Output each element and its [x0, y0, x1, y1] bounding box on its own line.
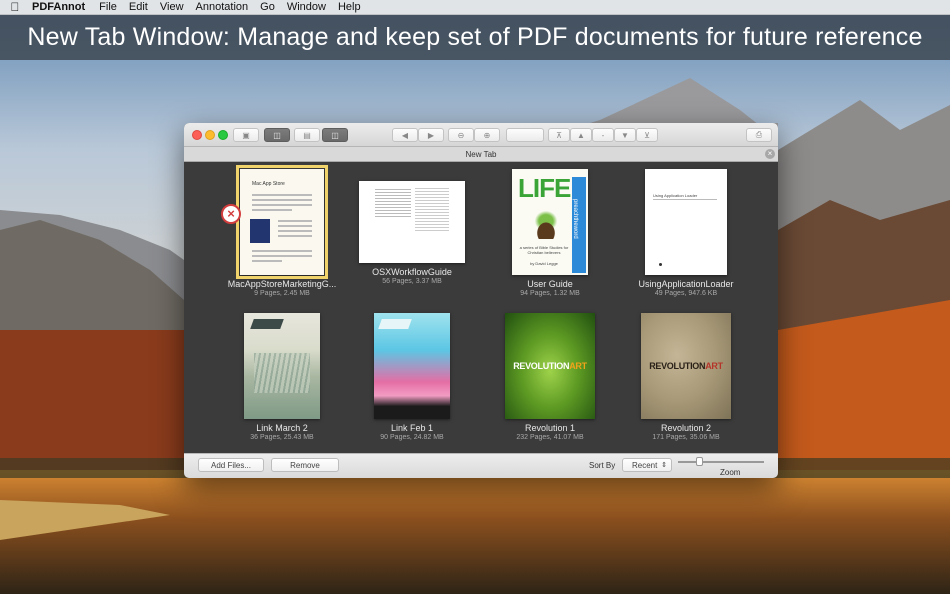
document-item[interactable]: OSXWorkflowGuide 56 Pages, 3.37 MB	[352, 181, 472, 285]
promo-banner: New Tab Window: Manage and keep set of P…	[0, 15, 950, 60]
menu-help[interactable]: Help	[332, 1, 367, 13]
sort-by-label: Sort By	[589, 461, 616, 470]
tab-bar: New Tab ×	[184, 147, 778, 162]
next-page-icon[interactable]: ▼	[614, 128, 636, 142]
document-thumbnail[interactable]: LIFE preachtheword a series of Bible Stu…	[512, 169, 588, 275]
document-title: UsingApplicationLoader	[638, 279, 734, 289]
cover-image	[250, 219, 270, 243]
previous-page-icon[interactable]: ▲	[570, 128, 592, 142]
zoom-out-icon[interactable]: ⊖	[448, 128, 474, 142]
menu-file[interactable]: File	[93, 1, 123, 13]
menu-go[interactable]: Go	[254, 1, 281, 13]
document-item[interactable]: Link Feb 1 90 Pages, 24.82 MB	[352, 313, 472, 441]
zoom-in-icon[interactable]: ⊕	[474, 128, 500, 142]
document-thumbnail[interactable]: Using Application Loader	[645, 169, 727, 275]
document-thumbnail[interactable]: REVOLUTIONART	[505, 313, 595, 419]
separator-icon[interactable]: -	[592, 128, 614, 142]
document-thumbnail[interactable]	[374, 313, 450, 419]
delete-document-icon[interactable]: ×	[221, 204, 241, 224]
document-thumbnail[interactable]: REVOLUTIONART	[641, 313, 731, 419]
sidebar-toggle-icon[interactable]: ◫	[264, 128, 290, 142]
menu-annotation[interactable]: Annotation	[190, 1, 255, 13]
cover-author: by David Legge	[530, 261, 558, 266]
document-item[interactable]: REVOLUTIONART Revolution 1 232 Pages, 41…	[490, 313, 610, 441]
document-title: OSXWorkflowGuide	[372, 267, 452, 277]
first-page-icon[interactable]: ⊼	[548, 128, 570, 142]
menu-window[interactable]: Window	[281, 1, 332, 13]
banner-text: New Tab Window: Manage and keep set of P…	[27, 23, 923, 51]
printer-icon[interactable]: ⎙	[746, 128, 772, 142]
cover-title: REVOLUTIONART	[649, 361, 723, 371]
zoom-slider-handle[interactable]	[696, 457, 703, 466]
document-title: Link March 2	[256, 423, 308, 433]
document-grid: × Mac App Store MacAppStoreMarketingG...…	[184, 163, 778, 453]
document-thumbnail[interactable]	[244, 313, 320, 419]
zoom-slider[interactable]	[678, 461, 764, 463]
sort-select[interactable]: Recent ⇕	[622, 458, 672, 472]
add-files-button[interactable]: Add Files...	[198, 458, 264, 472]
print-preview-icon[interactable]: ▤	[294, 128, 320, 142]
document-item[interactable]: Mac App Store MacAppStoreMarketingG... 9…	[222, 165, 342, 297]
menu-bar:  PDFAnnot File Edit View Annotation Go …	[0, 0, 950, 15]
cover-life-title: LIFE	[518, 173, 571, 203]
document-title: Link Feb 1	[390, 423, 434, 433]
document-meta: 9 Pages, 2.45 MB	[254, 290, 310, 297]
close-window-button[interactable]	[192, 130, 202, 140]
app-window: ▣ ◫ ▤ ◫ ◀ ▶ ⊖ ⊕ ⊼ ▲ - ▼ ⊻ ⎙ New Tab × × …	[184, 123, 778, 478]
zoom-window-button[interactable]	[218, 130, 228, 140]
document-title: User Guide	[527, 279, 573, 289]
apple-logo-icon	[659, 263, 662, 266]
document-title: Revolution 1	[524, 423, 576, 433]
bottom-bar: Add Files... Remove Sort By Recent ⇕ Zoo…	[184, 453, 778, 478]
document-meta: 90 Pages, 24.82 MB	[380, 434, 444, 441]
minimize-window-button[interactable]	[205, 130, 215, 140]
document-thumbnail[interactable]: Mac App Store	[236, 165, 328, 279]
menu-edit[interactable]: Edit	[123, 1, 154, 13]
close-tab-icon[interactable]: ×	[765, 149, 775, 159]
sort-value: Recent	[632, 460, 658, 470]
cover-heading: Mac App Store	[252, 181, 285, 187]
inspector-toggle-icon[interactable]: ◫	[322, 128, 348, 142]
menu-app-name[interactable]: PDFAnnot	[30, 1, 93, 13]
document-meta: 232 Pages, 41.07 MB	[516, 434, 584, 441]
document-item[interactable]: LIFE preachtheword a series of Bible Stu…	[490, 169, 610, 297]
remove-button[interactable]: Remove	[271, 458, 339, 472]
chevron-updown-icon: ⇕	[661, 462, 667, 469]
document-thumbnail[interactable]	[359, 181, 465, 263]
apple-icon[interactable]: 	[0, 0, 30, 14]
document-item[interactable]: REVOLUTIONART Revolution 2 171 Pages, 35…	[626, 313, 746, 441]
tab-new-tab[interactable]: New Tab	[466, 150, 497, 159]
back-icon[interactable]: ◀	[392, 128, 418, 142]
document-meta: 56 Pages, 3.37 MB	[382, 278, 442, 285]
document-item[interactable]: Using Application Loader UsingApplicatio…	[626, 169, 746, 297]
document-item[interactable]: Link March 2 36 Pages, 25.43 MB	[222, 313, 342, 441]
page-field[interactable]	[506, 128, 544, 142]
last-page-icon[interactable]: ⊻	[636, 128, 658, 142]
window-toolbar: ▣ ◫ ▤ ◫ ◀ ▶ ⊖ ⊕ ⊼ ▲ - ▼ ⊻ ⎙	[184, 123, 778, 147]
document-meta: 36 Pages, 25.43 MB	[250, 434, 314, 441]
cover-heading: Using Application Loader	[653, 193, 698, 198]
document-title: MacAppStoreMarketingG...	[227, 279, 337, 289]
cover-logo	[250, 319, 284, 329]
zoom-label: Zoom	[720, 468, 741, 477]
menu-view[interactable]: View	[154, 1, 190, 13]
cover-subtitle: a series of Bible Studies for Christian …	[519, 245, 569, 255]
cover-side-text: preachtheword	[572, 199, 578, 239]
cover-logo	[378, 319, 412, 329]
save-icon[interactable]: ▣	[233, 128, 259, 142]
cover-title: REVOLUTIONART	[513, 361, 587, 371]
document-meta: 94 Pages, 1.32 MB	[520, 290, 580, 297]
forward-icon[interactable]: ▶	[418, 128, 444, 142]
document-title: Revolution 2	[660, 423, 712, 433]
seedling-icon	[526, 209, 566, 239]
document-meta: 49 Pages, 947.6 KB	[654, 290, 718, 297]
document-meta: 171 Pages, 35.06 MB	[652, 434, 720, 441]
